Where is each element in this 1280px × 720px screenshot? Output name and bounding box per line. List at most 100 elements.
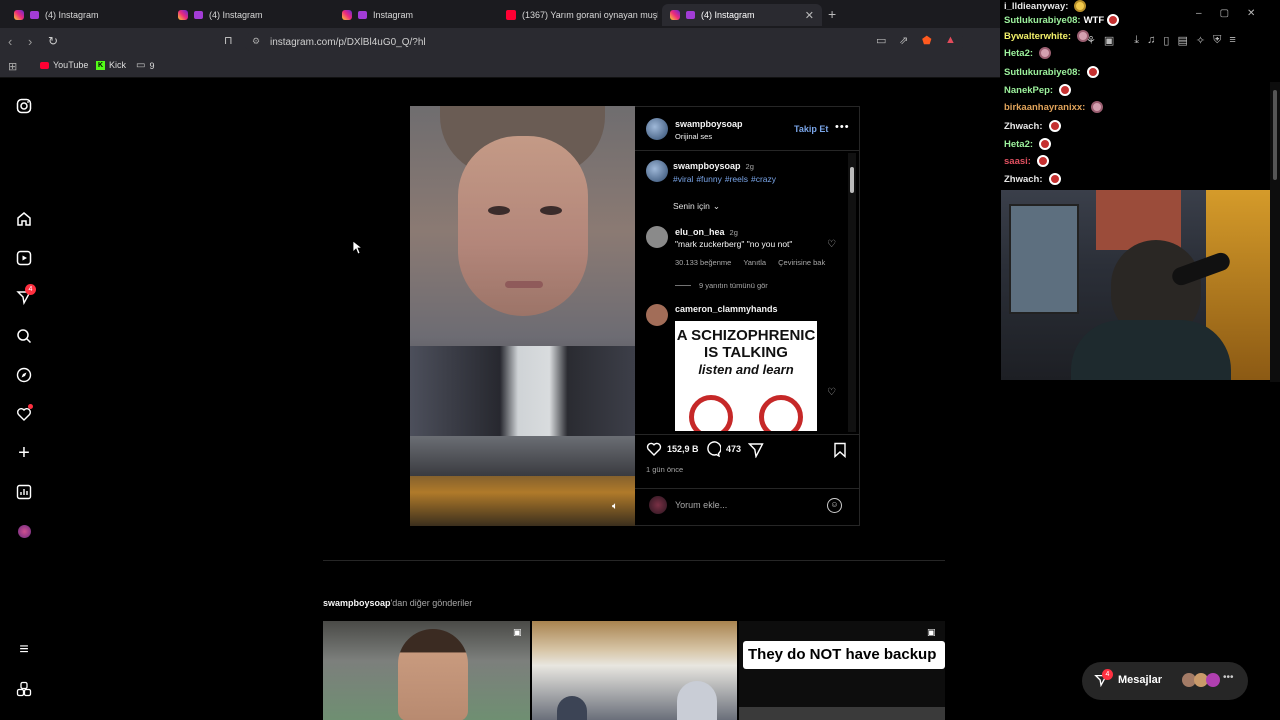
caption-avatar[interactable]	[646, 160, 668, 182]
hashtag-link[interactable]: #crazy	[751, 174, 776, 184]
page-scrollbar[interactable]	[1270, 82, 1280, 382]
face	[458, 136, 588, 316]
create-plus-icon[interactable]: +	[14, 442, 34, 464]
youtube-icon	[506, 10, 516, 20]
author-username[interactable]: swampboysoap	[675, 119, 743, 129]
chat-emote-icon	[1107, 14, 1120, 26]
commenter-avatar[interactable]	[646, 226, 668, 248]
minimize-icon[interactable]: –	[1196, 8, 1202, 19]
chat-username: Heta2:	[1004, 138, 1034, 150]
caption-username[interactable]: swampboysoap	[673, 161, 741, 171]
reload-icon[interactable]: ↻	[48, 34, 58, 48]
post-thumbnail[interactable]: They do NOT have backup ▣	[739, 621, 945, 720]
explore-icon[interactable]	[14, 365, 34, 385]
scrollbar-thumb[interactable]	[850, 167, 854, 193]
address-bar[interactable]: ⚙ instagram.com/p/DXlBl4uG0_Q/?hl	[244, 32, 964, 52]
author-avatar[interactable]	[646, 118, 668, 140]
chat-emote-icon	[1036, 155, 1049, 167]
comment-meme-image[interactable]: A SCHIZOPHRENIC IS TALKING listen and le…	[675, 321, 817, 431]
browser-tab[interactable]: (1367) Yarım gorani oynayan muşlu k	[498, 4, 658, 26]
menu-icon[interactable]: ≡	[1229, 34, 1235, 47]
more-menu-icon[interactable]: ≡	[14, 640, 34, 660]
also-from-meta-icon[interactable]	[14, 679, 34, 699]
dashboard-icon[interactable]	[14, 482, 34, 502]
close-window-icon[interactable]: ✕	[1247, 8, 1255, 19]
comment-count[interactable]: 473	[726, 444, 741, 454]
comments-scrollbar[interactable]	[848, 153, 856, 432]
chat-username: Sutlukurabiye08:	[1004, 66, 1081, 78]
share-icon[interactable]: ⇗	[899, 34, 908, 47]
emoji-icon[interactable]: ☺	[827, 498, 842, 513]
follow-button[interactable]: Takip Et	[794, 124, 828, 134]
comment-input[interactable]: Yorum ekle...	[675, 500, 727, 510]
more-options-icon[interactable]: •••	[835, 121, 850, 133]
translate-button[interactable]: Çevirisine bak	[778, 258, 825, 267]
new-tab-button[interactable]: +	[828, 6, 836, 22]
bookmark-kick[interactable]: K Kick	[96, 60, 126, 70]
site-info-icon[interactable]: ⚙	[252, 36, 260, 47]
post-time: 1 gün önce	[646, 465, 684, 474]
instagram-logo-icon[interactable]	[14, 96, 34, 116]
scrollbar-thumb[interactable]	[1273, 90, 1277, 180]
messages-button[interactable]: 4 Mesajlar •••	[1082, 662, 1248, 700]
profile-avatar[interactable]	[14, 521, 34, 541]
browser-tab[interactable]: Instagram	[334, 4, 494, 26]
post-thumbnail[interactable]	[532, 621, 737, 720]
bookmark-folder[interactable]: ▭ 9	[136, 60, 154, 71]
comment-bubble-icon[interactable]	[705, 441, 721, 457]
save-bookmark-icon[interactable]	[833, 442, 847, 461]
reel-icon: ▣	[927, 627, 936, 637]
hashtag-link[interactable]: #funny	[696, 174, 722, 184]
view-replies[interactable]: 9 yanıtın tümünü gör	[675, 281, 768, 290]
comment-like-heart-icon[interactable]: ♡	[827, 239, 836, 250]
music-icon[interactable]: ♫	[1147, 34, 1155, 47]
reel-video[interactable]: 🔈︎	[410, 106, 635, 526]
commenter-avatar[interactable]	[646, 304, 668, 326]
apps-grid-icon[interactable]: ⊞	[8, 60, 17, 73]
window-controls: – ▢ ✕	[1196, 8, 1255, 19]
browser-tab[interactable]: (4) Instagram	[6, 4, 166, 26]
notification-badge: 4	[25, 284, 36, 295]
direct-messages-icon[interactable]: 4	[14, 284, 36, 307]
share-send-icon[interactable]	[747, 442, 764, 461]
more-posts-heading: swampboysoap'dan diğer gönderiler	[323, 598, 472, 608]
extension-icon[interactable]: ▣	[1104, 34, 1114, 47]
download-icon[interactable]: ⤓	[1134, 34, 1139, 47]
close-tab-icon[interactable]: ✕	[799, 9, 814, 22]
home-icon[interactable]	[14, 209, 34, 229]
audio-label[interactable]: Orijinal ses	[675, 132, 712, 141]
brave-shield-icon[interactable]: ⬟	[922, 34, 932, 47]
notifications-heart-icon[interactable]	[14, 404, 34, 424]
sidebar-toggle-icon[interactable]: ▯	[1163, 34, 1169, 47]
comment-like-heart-icon[interactable]: ♡	[827, 387, 836, 398]
forward-icon[interactable]: ›	[28, 34, 32, 49]
browser-tab-active[interactable]: (4) Instagram ✕	[662, 4, 822, 26]
vpn-icon[interactable]: ⛨	[1213, 34, 1221, 47]
like-count[interactable]: 152,9 B	[667, 444, 699, 454]
back-icon[interactable]: ‹	[8, 34, 12, 49]
browser-tab[interactable]: (4) Instagram	[170, 4, 330, 26]
like-heart-icon[interactable]	[646, 441, 662, 457]
post-thumbnail[interactable]: ▣	[323, 621, 530, 720]
comment-username[interactable]: elu_on_hea	[675, 227, 725, 237]
reply-button[interactable]: Yanıtla	[743, 258, 766, 267]
hashtag-link[interactable]: #reels	[725, 174, 748, 184]
leo-icon[interactable]: ✧	[1196, 34, 1205, 47]
volume-icon[interactable]: 🔈︎	[612, 501, 618, 512]
comment-sort-dropdown[interactable]: Senin için ⌄	[673, 201, 720, 212]
comment-likes[interactable]: 30.133 beğenme	[675, 258, 731, 267]
reels-icon[interactable]	[14, 248, 34, 268]
bookmarks-bar: ⊞ YouTube K Kick ▭ 9	[0, 56, 1000, 78]
more-posts-user[interactable]: swampboysoap	[323, 598, 391, 608]
comment-username[interactable]: cameron_clammyhands	[675, 304, 778, 314]
extension-icon[interactable]: ⚘	[1086, 34, 1096, 47]
brave-rewards-icon[interactable]: ▲	[945, 34, 956, 46]
maximize-icon[interactable]: ▢	[1220, 8, 1229, 19]
screen-icon[interactable]: ▭	[876, 34, 886, 47]
wallet-icon[interactable]: ▤	[1177, 34, 1187, 47]
hashtag-link[interactable]: #viral	[673, 174, 693, 184]
search-icon[interactable]	[14, 326, 34, 346]
hashtags: #viral #funny #reels #crazy	[673, 174, 776, 184]
bookmark-page-icon[interactable]: ⊓	[224, 34, 233, 47]
bookmark-youtube[interactable]: YouTube	[40, 60, 88, 70]
